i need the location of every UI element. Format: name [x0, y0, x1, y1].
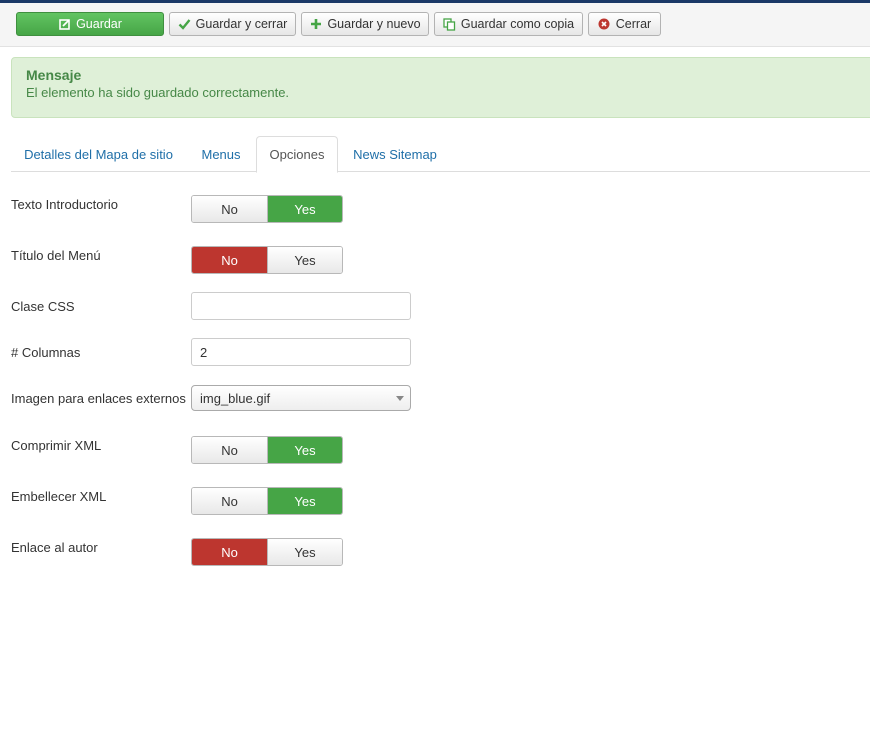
save-button-label: Guardar	[76, 17, 122, 31]
columns-label: # Columnas	[11, 345, 81, 360]
close-circle-icon	[598, 18, 611, 31]
external-image-select[interactable]: img_blue.gif	[191, 385, 411, 411]
save-new-button-label: Guardar y nuevo	[327, 17, 421, 31]
toolbar: Guardar Guardar y cerrar Guardar y nuevo…	[0, 3, 870, 47]
intro-text-no-option[interactable]: No	[192, 196, 267, 222]
message-heading: Mensaje	[26, 67, 82, 83]
beautify-xml-toggle: No Yes	[191, 487, 343, 515]
save-close-button[interactable]: Guardar y cerrar	[169, 12, 296, 36]
author-link-no-option[interactable]: No	[192, 539, 267, 565]
beautify-xml-no-option[interactable]: No	[192, 488, 267, 514]
tab-sitemap-details-label: Detalles del Mapa de sitio	[24, 146, 173, 162]
menu-title-toggle: No Yes	[191, 246, 343, 274]
close-button-label: Cerrar	[615, 17, 652, 31]
tab-options[interactable]: Opciones	[256, 136, 338, 173]
compress-xml-toggle: No Yes	[191, 436, 343, 464]
tab-options-label: Opciones	[269, 147, 325, 162]
css-class-input[interactable]	[191, 292, 411, 320]
author-link-toggle: No Yes	[191, 538, 343, 566]
tab-news-sitemap-label: News Sitemap	[353, 146, 437, 162]
external-image-selected-value: img_blue.gif	[200, 390, 271, 406]
save-copy-button[interactable]: Guardar como copia	[434, 12, 583, 36]
tab-menus[interactable]: Menus	[191, 136, 251, 172]
compress-xml-label: Comprimir XML	[11, 438, 102, 453]
save-close-button-label: Guardar y cerrar	[195, 17, 288, 31]
beautify-xml-yes-option[interactable]: Yes	[267, 488, 342, 514]
compress-xml-yes-option[interactable]: Yes	[267, 437, 342, 463]
checkmark-icon	[178, 18, 191, 31]
tab-bar: Detalles del Mapa de sitio Menus Opcione…	[11, 136, 870, 173]
message-text: El elemento ha sido guardado correctamen…	[26, 85, 290, 100]
author-link-yes-option[interactable]: Yes	[267, 539, 342, 565]
edit-icon	[58, 18, 71, 31]
menu-title-label: Título del Menú	[11, 248, 101, 263]
copy-icon	[443, 17, 456, 31]
success-message: Mensaje El elemento ha sido guardado cor…	[11, 57, 870, 118]
compress-xml-no-option[interactable]: No	[192, 437, 267, 463]
save-new-button[interactable]: Guardar y nuevo	[301, 12, 429, 36]
save-copy-button-label: Guardar como copia	[460, 17, 575, 31]
plus-icon	[309, 18, 322, 31]
css-class-label: Clase CSS	[11, 299, 75, 314]
tab-sitemap-details[interactable]: Detalles del Mapa de sitio	[11, 136, 186, 172]
tab-menus-label: Menus	[201, 146, 241, 162]
external-image-label: Imagen para enlaces externos	[11, 391, 186, 406]
menu-title-yes-option[interactable]: Yes	[267, 247, 342, 273]
tab-news-sitemap[interactable]: News Sitemap	[346, 136, 444, 172]
beautify-xml-label: Embellecer XML	[11, 489, 107, 504]
close-button[interactable]: Cerrar	[588, 12, 661, 36]
chevron-down-icon	[396, 396, 404, 401]
save-button[interactable]: Guardar	[16, 12, 164, 36]
intro-text-toggle: No Yes	[191, 195, 343, 223]
author-link-label: Enlace al autor	[11, 540, 98, 555]
intro-text-yes-option[interactable]: Yes	[267, 196, 342, 222]
intro-text-label: Texto Introductorio	[11, 197, 118, 212]
columns-input[interactable]: 2	[191, 338, 411, 366]
menu-title-no-option[interactable]: No	[192, 247, 267, 273]
